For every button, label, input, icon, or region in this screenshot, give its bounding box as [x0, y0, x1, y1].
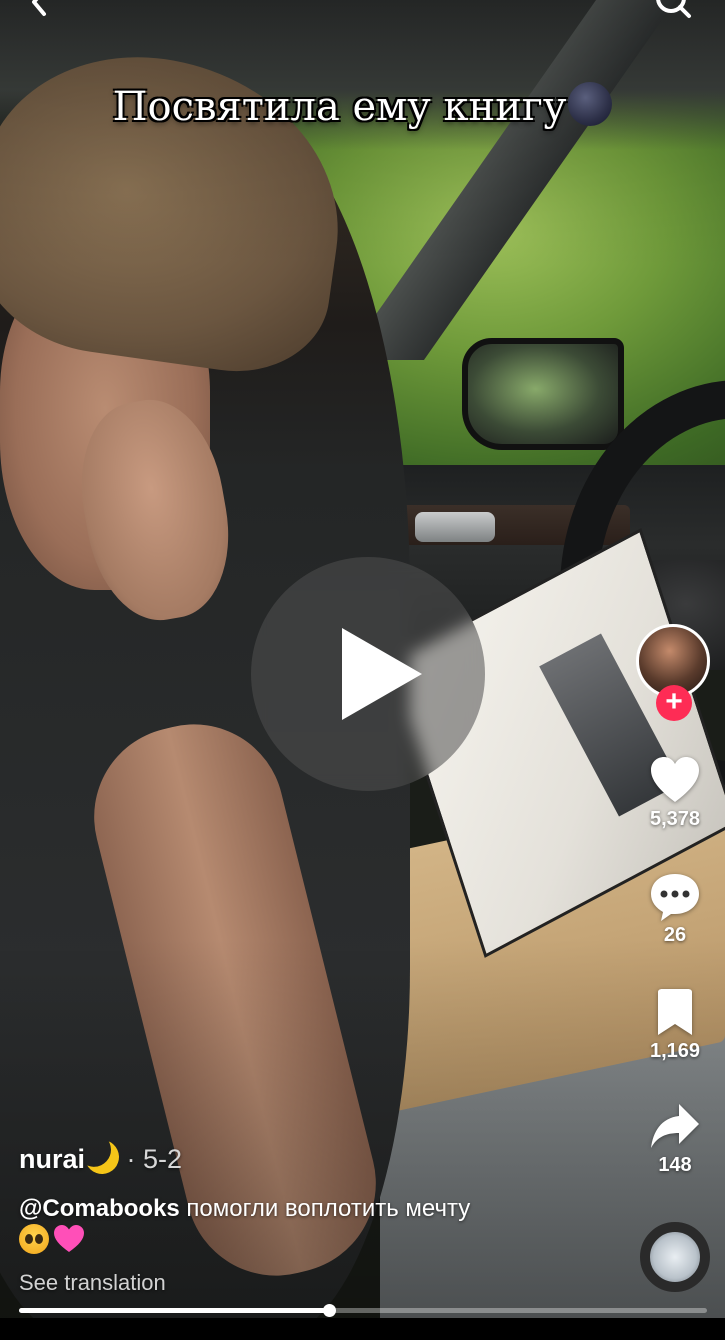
pleading-face-icon [19, 1224, 49, 1254]
video-caption: Посвятила ему книгу [0, 82, 725, 130]
video-description: @Comabooks помогли воплотить мечту [19, 1194, 579, 1256]
post-date: · 5-2 [126, 1144, 183, 1174]
bottom-safe-area [0, 1318, 725, 1340]
description-text: помогли воплотить мечту [179, 1195, 471, 1222]
search-button[interactable] [650, 0, 694, 24]
bookmark-icon [658, 989, 692, 1035]
pink-heart-icon [54, 1225, 84, 1252]
video-caption-text: Посвятила ему книгу [112, 84, 567, 130]
chevron-left-icon [32, 0, 46, 16]
comment-icon [651, 874, 699, 921]
share-count: 148 [658, 1154, 692, 1176]
author-row: nurai · 5-2 [19, 1140, 182, 1175]
author-username[interactable]: nurai [19, 1144, 85, 1174]
back-button[interactable] [18, 0, 58, 22]
see-translation-link[interactable]: See translation [19, 1270, 166, 1296]
search-icon [656, 0, 691, 18]
crescent-moon-icon [80, 1135, 124, 1179]
play-icon [342, 628, 422, 720]
comment-button[interactable]: 26 [640, 872, 710, 947]
share-icon [651, 1104, 699, 1148]
like-button[interactable]: 5,378 [640, 756, 710, 831]
video-feed-screen: Посвятила ему книгу + 5,378 26 1,169 148 [0, 0, 725, 1340]
bookmark-count: 1,169 [649, 1040, 701, 1062]
follow-button[interactable]: + [656, 685, 692, 721]
mention-link[interactable]: @Comabooks [19, 1195, 180, 1222]
like-count: 5,378 [649, 808, 701, 830]
new-moon-face-icon [568, 82, 613, 126]
bookmark-button[interactable]: 1,169 [640, 988, 710, 1063]
video-progress-bar[interactable] [19, 1304, 707, 1317]
heart-icon [651, 757, 699, 802]
video-progress-knob[interactable] [322, 1304, 336, 1317]
music-disc[interactable] [640, 1222, 710, 1292]
comment-count: 26 [663, 924, 687, 946]
share-button[interactable]: 148 [640, 1102, 710, 1177]
video-progress-fill [19, 1308, 329, 1313]
